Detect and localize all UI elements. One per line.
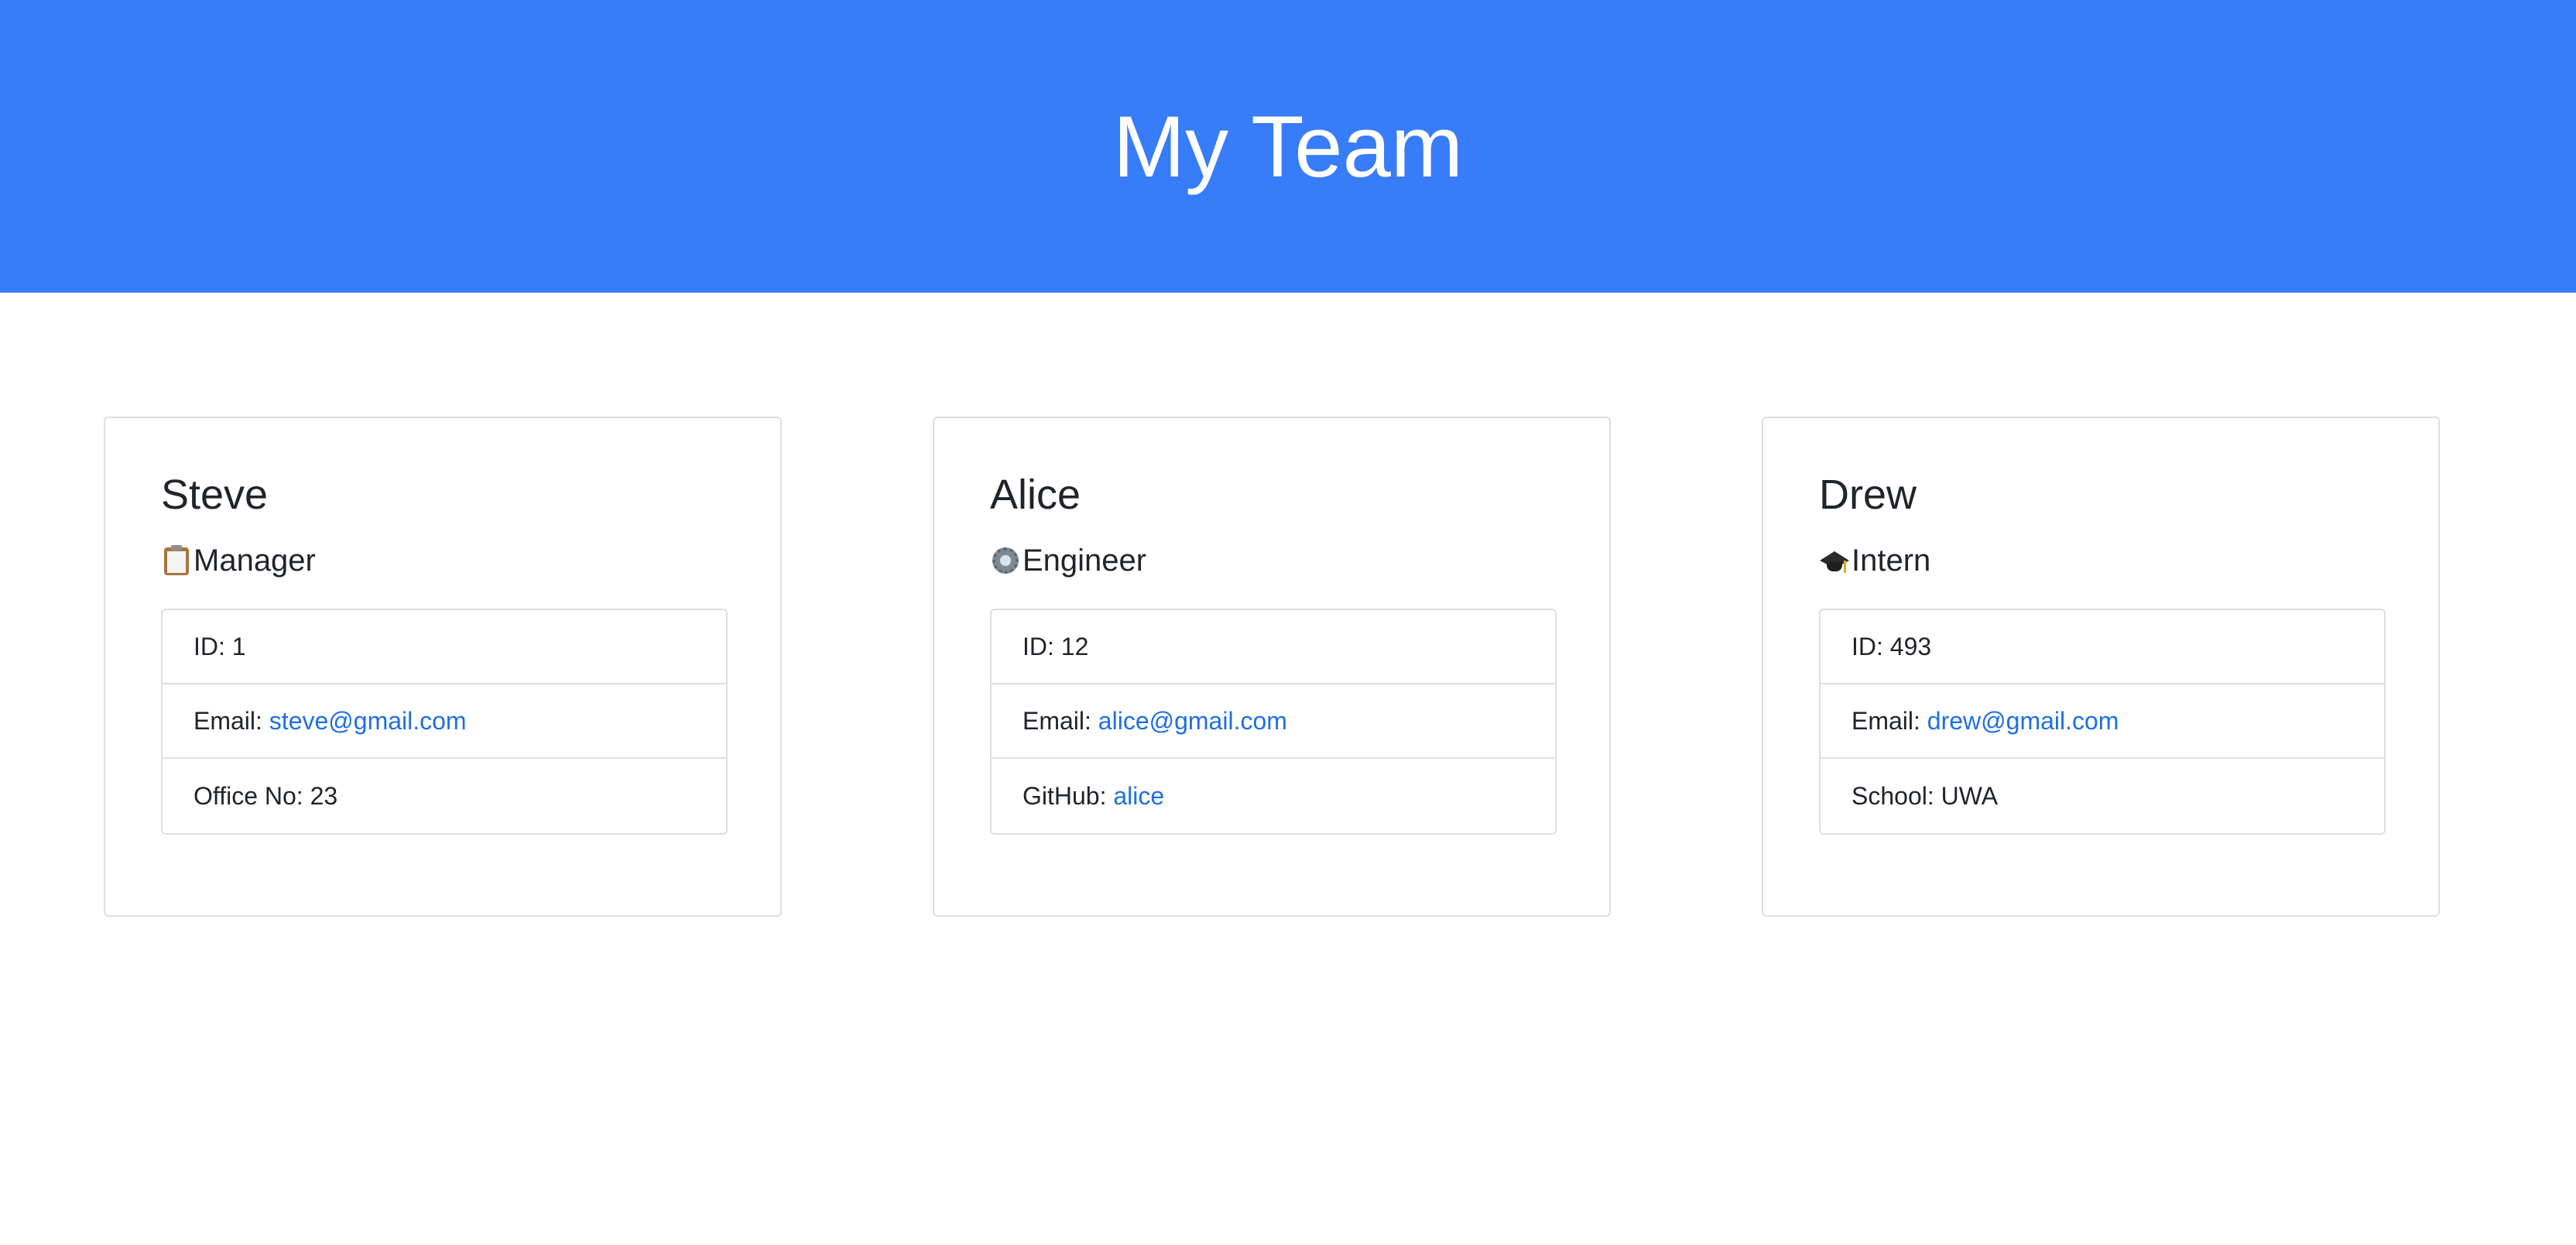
employee-email-label: Email:: [1023, 706, 1098, 735]
employee-school: School: UWA: [1821, 759, 2384, 833]
school-label: School: UWA: [1852, 781, 1999, 810]
employee-role-label: Manager: [194, 544, 316, 578]
github-label: GitHub:: [1023, 781, 1114, 810]
employee-role: Manager: [161, 545, 316, 576]
employee-id: ID: 493: [1821, 610, 2384, 684]
employee-card-steve: Steve Manager ID: 1 Email: steve@gmail.c…: [104, 417, 782, 917]
employee-name: Alice: [990, 472, 1081, 518]
gear-icon: [990, 545, 1021, 576]
employee-office-number: Office No: 23: [163, 759, 726, 833]
employee-role-label: Engineer: [1023, 544, 1147, 578]
employee-id-label: ID: 493: [1852, 632, 1932, 660]
employee-card-alice: Alice Engineer ID: 12 Email: alice@gmail…: [933, 417, 1611, 917]
employee-role-label: Intern: [1852, 544, 1931, 578]
office-number-label: Office No: 23: [194, 781, 338, 810]
employee-info-list: ID: 12 Email: alice@gmail.com GitHub: al…: [990, 609, 1557, 835]
email-link[interactable]: alice@gmail.com: [1098, 707, 1287, 736]
employee-info-list: ID: 493 Email: drew@gmail.com School: UW…: [1819, 609, 2386, 835]
employee-github: GitHub: alice: [992, 759, 1555, 833]
employee-email: Email: drew@gmail.com: [1821, 684, 2384, 759]
employee-email-label: Email:: [194, 706, 269, 735]
employee-id: ID: 12: [992, 610, 1555, 684]
employee-email-label: Email:: [1852, 706, 1927, 735]
employee-name: Drew: [1819, 472, 1917, 518]
employee-id-label: ID: 12: [1023, 632, 1089, 660]
employee-role: Engineer: [990, 545, 1146, 576]
clipboard-icon: [161, 545, 192, 576]
page-title: My Team: [1112, 98, 1464, 195]
employee-email: Email: steve@gmail.com: [163, 684, 726, 759]
employee-card-drew: Drew Intern ID: 493 Email: drew@gmail.co…: [1762, 417, 2440, 917]
employee-email: Email: alice@gmail.com: [992, 684, 1555, 759]
employee-info-list: ID: 1 Email: steve@gmail.com Office No: …: [161, 609, 728, 835]
employee-name: Steve: [161, 472, 269, 518]
email-link[interactable]: steve@gmail.com: [269, 707, 467, 736]
email-link[interactable]: drew@gmail.com: [1927, 707, 2119, 736]
employee-id: ID: 1: [163, 610, 726, 684]
graduation-cap-icon: [1819, 545, 1850, 576]
github-link[interactable]: alice: [1113, 782, 1164, 811]
page-header: My Team: [0, 0, 2576, 293]
employee-id-label: ID: 1: [194, 632, 246, 660]
employee-role: Intern: [1819, 545, 1930, 576]
